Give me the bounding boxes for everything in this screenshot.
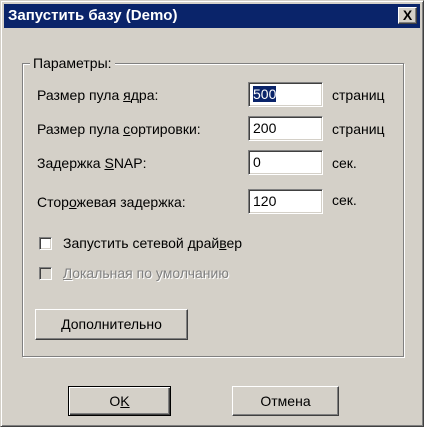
local-default-label-rest: окальная по умолчанию (72, 265, 229, 281)
snap-delay-value: 0 (253, 154, 261, 170)
core-pool-unit: страниц (332, 87, 385, 103)
network-driver-label[interactable]: Запустить сетевой драйвер (63, 234, 242, 252)
network-driver-label-text: Запустить сетевой драй (63, 235, 220, 251)
advanced-button-accel: Д (61, 316, 71, 332)
snap-delay-label-text: Задержка (37, 155, 105, 171)
network-driver-checkbox[interactable] (39, 237, 52, 250)
watchdog-delay-input[interactable]: 120 (248, 189, 323, 214)
core-pool-input[interactable]: 500 (248, 82, 323, 107)
dialog-window: Запустить базу (Demo) X Параметры: Разме… (0, 0, 424, 427)
ok-button[interactable]: OK (68, 386, 171, 416)
local-default-checkbox (39, 267, 52, 280)
advanced-button-label: ополнительно (70, 316, 162, 332)
local-default-label-accel: Л (63, 265, 73, 281)
parameters-legend: Параметры: (30, 54, 115, 72)
sort-pool-label-text: Размер пула (37, 121, 124, 137)
core-pool-value: 500 (253, 86, 277, 102)
sort-pool-value: 200 (253, 120, 277, 136)
watchdog-delay-label-rest: жевая задержка: (76, 194, 186, 210)
advanced-button[interactable]: Дополнительно (35, 309, 188, 340)
core-pool-label-rest: дра: (130, 87, 159, 103)
snap-delay-unit: сек. (332, 155, 357, 171)
sort-pool-input[interactable]: 200 (248, 116, 323, 141)
watchdog-delay-label-text: Стор (37, 194, 69, 210)
snap-delay-label-rest: NAP: (113, 155, 147, 171)
network-driver-label-rest: ер (226, 235, 243, 251)
snap-delay-input[interactable]: 0 (248, 150, 323, 175)
core-pool-label: Размер пула ядра: (37, 86, 158, 104)
core-pool-label-accel: я (123, 87, 131, 103)
watchdog-delay-label-accel: о (68, 194, 77, 210)
ok-button-accel: K (120, 393, 130, 409)
ok-button-label: O (109, 393, 121, 409)
window-title: Запустить базу (Demo) (8, 7, 178, 24)
sort-pool-label-rest: ортировки: (130, 121, 201, 137)
close-button[interactable]: X (398, 7, 417, 24)
local-default-label: Локальная по умолчанию (63, 264, 229, 282)
sort-pool-label: Размер пула сортировки: (37, 120, 201, 138)
core-pool-label-text: Размер пула (37, 87, 124, 103)
title-bar[interactable]: Запустить базу (Demo) X (4, 4, 420, 28)
snap-delay-label-accel: S (104, 155, 114, 171)
cancel-button[interactable]: Отмена (232, 386, 339, 416)
snap-delay-label: Задержка SNAP: (37, 154, 147, 172)
watchdog-delay-value: 120 (253, 193, 277, 209)
watchdog-delay-unit: сек. (332, 192, 357, 208)
close-icon: X (402, 7, 413, 23)
watchdog-delay-label: Сторожевая задержка: (37, 193, 186, 211)
sort-pool-unit: страниц (332, 121, 385, 137)
